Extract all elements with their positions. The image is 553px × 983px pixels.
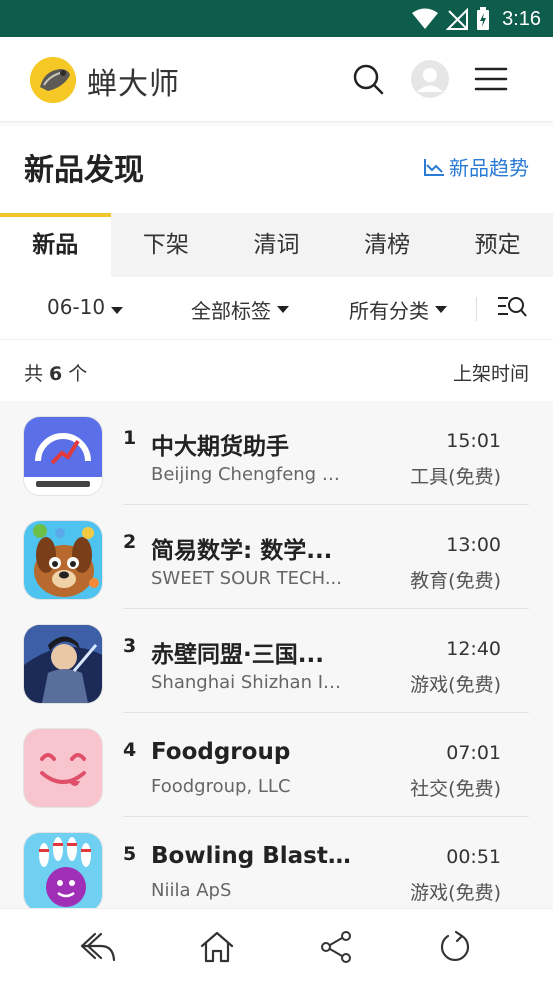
tab-rank-clear[interactable]: 清榜: [332, 213, 443, 277]
tag-filter-label: 全部标签: [191, 299, 271, 323]
status-bar: 3:16: [0, 0, 553, 37]
status-icons: 3:16: [412, 6, 541, 32]
app-category: 游戏(免费): [410, 882, 501, 904]
caret-down-icon: [111, 306, 124, 314]
app-icon-futures-assistant: [24, 417, 102, 495]
app-icon-bowling-blast: [24, 833, 102, 908]
tab-bar: 新品 下架 清词 清榜 预定: [0, 213, 553, 277]
date-filter[interactable]: 06-10: [47, 295, 124, 319]
count-prefix: 共: [24, 363, 44, 385]
developer-name: Beijing Chengfeng N...: [151, 464, 351, 485]
caret-down-icon: [277, 306, 289, 313]
rank: 1: [123, 427, 137, 449]
developer-name: SWEET SOUR TECH...: [151, 568, 343, 589]
refresh-icon[interactable]: [435, 927, 475, 967]
clock: 3:16: [502, 7, 541, 30]
cicada-logo-icon[interactable]: [30, 57, 76, 103]
back-icon[interactable]: [78, 927, 118, 967]
app-name: 中大期货助手: [151, 434, 289, 460]
app-name: 简易数学: 数学...: [151, 538, 333, 564]
no-signal-icon: [446, 8, 469, 30]
rank: 5: [123, 843, 137, 865]
avatar-icon[interactable]: [410, 59, 450, 99]
developer-name: Foodgroup, LLC: [151, 776, 291, 797]
home-icon[interactable]: [197, 927, 237, 967]
tab-keyword-clear[interactable]: 清词: [221, 213, 332, 277]
menu-icon[interactable]: [471, 59, 511, 99]
caret-down-icon: [435, 306, 447, 313]
app-category: 社交(免费): [410, 778, 501, 800]
trend-link-label: 新品趋势: [449, 156, 529, 180]
result-summary: 共6个 上架时间: [0, 340, 553, 401]
advanced-filter-icon[interactable]: [496, 293, 532, 325]
release-time: 15:01: [446, 430, 501, 452]
list-item[interactable]: 4 Foodgroup Foodgroup, LLC 07:01 社交(免费): [0, 713, 553, 817]
tab-new[interactable]: 新品: [0, 213, 111, 277]
app-icon-three-kingdoms-warrior: [24, 625, 102, 703]
count-number: 6: [49, 363, 63, 385]
release-time: 13:00: [446, 534, 501, 556]
filter-bar: 06-10 全部标签 所有分类: [0, 277, 553, 340]
app-name: Bowling Blast B...: [151, 843, 351, 869]
wifi-icon: [412, 8, 439, 29]
brand-name: 蝉大师: [87, 67, 180, 102]
filter-divider: [476, 297, 477, 321]
share-icon[interactable]: [316, 927, 356, 967]
tag-filter[interactable]: 全部标签: [191, 295, 289, 324]
trend-link[interactable]: 新品趋势: [423, 152, 529, 181]
count-suffix: 个: [68, 363, 88, 385]
app-name: Foodgroup: [151, 739, 291, 765]
app-list: 1 中大期货助手 Beijing Chengfeng N... 15:01 工具…: [0, 401, 553, 908]
list-item[interactable]: 3 赤壁同盟·三国... Shanghai Shizhan In... 12:4…: [0, 609, 553, 713]
release-time: 00:51: [446, 846, 501, 868]
list-item[interactable]: 1 中大期货助手 Beijing Chengfeng N... 15:01 工具…: [0, 401, 553, 505]
page-title: 新品发现: [24, 153, 144, 188]
sort-by-release-time[interactable]: 上架时间: [453, 359, 529, 386]
category-filter-label: 所有分类: [349, 299, 429, 323]
app-header: 蝉大师: [0, 37, 553, 122]
list-item[interactable]: 5 Bowling Blast B... Niila ApS 00:51 游戏(…: [0, 817, 553, 908]
rank: 2: [123, 531, 137, 553]
bottom-toolbar: [0, 908, 553, 983]
rank: 4: [123, 739, 137, 761]
app-category: 工具(免费): [410, 466, 501, 488]
developer-name: Shanghai Shizhan In...: [151, 672, 351, 693]
battery-charging-icon: [477, 7, 490, 30]
tab-removed[interactable]: 下架: [111, 213, 222, 277]
app-icon-foodgroup: [24, 729, 102, 807]
category-filter[interactable]: 所有分类: [349, 295, 447, 324]
list-item[interactable]: 2 简易数学: 数学... SWEET SOUR TECH... 13:00 教…: [0, 505, 553, 609]
search-icon[interactable]: [348, 59, 388, 99]
result-count: 共6个: [24, 359, 87, 386]
app-icon-math-dog: [24, 521, 102, 599]
tab-preorder[interactable]: 预定: [442, 213, 553, 277]
trend-chart-icon: [424, 158, 444, 176]
date-filter-label: 06-10: [47, 295, 106, 319]
app-category: 游戏(免费): [410, 674, 501, 696]
developer-name: Niila ApS: [151, 880, 232, 901]
app-name: 赤壁同盟·三国...: [151, 642, 324, 668]
release-time: 07:01: [446, 742, 501, 764]
release-time: 12:40: [446, 638, 501, 660]
app-category: 教育(免费): [410, 570, 501, 592]
rank: 3: [123, 635, 137, 657]
